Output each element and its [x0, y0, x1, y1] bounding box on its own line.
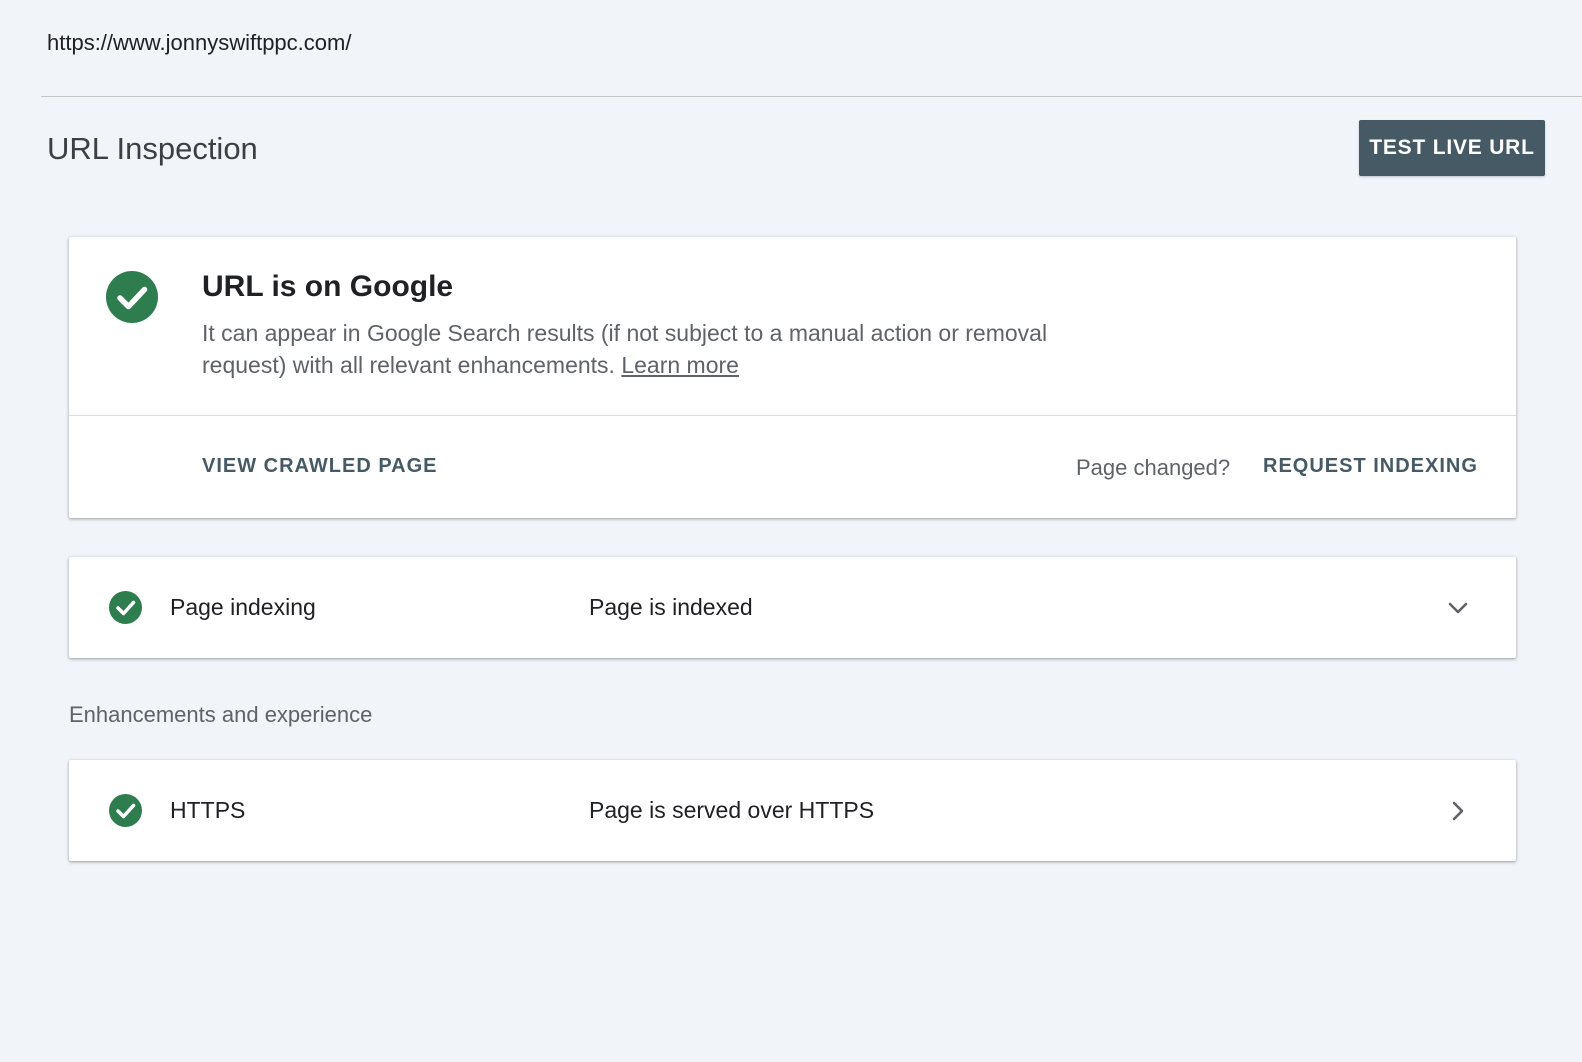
test-live-url-button[interactable]: TEST LIVE URL: [1359, 120, 1545, 176]
row-label: HTTPS: [170, 797, 246, 823]
page-title: URL Inspection: [47, 131, 258, 166]
view-crawled-page-button[interactable]: VIEW CRAWLED PAGE: [202, 455, 438, 478]
check-circle-icon: [109, 591, 142, 624]
status-description: It can appear in Google Search results (…: [202, 317, 1102, 381]
chevron-right-icon[interactable]: [1445, 798, 1471, 824]
url-display: https://www.jonnyswiftppc.com/: [47, 30, 352, 55]
status-title: URL is on Google: [202, 270, 454, 303]
page-indexing-row[interactable]: Page indexing Page is indexed: [69, 557, 1516, 658]
card-divider: [69, 415, 1516, 416]
check-circle-icon: [106, 271, 158, 323]
check-circle-icon: [109, 794, 142, 827]
request-indexing-button[interactable]: REQUEST INDEXING: [1263, 455, 1478, 478]
https-row[interactable]: HTTPS Page is served over HTTPS: [69, 760, 1516, 861]
row-value: Page is indexed: [589, 594, 753, 620]
enhancements-section-label: Enhancements and experience: [69, 702, 373, 727]
header-divider: [41, 96, 1582, 97]
row-label: Page indexing: [170, 594, 316, 620]
learn-more-link[interactable]: Learn more: [621, 352, 739, 378]
chevron-down-icon[interactable]: [1445, 595, 1471, 621]
page-changed-text: Page changed?: [1076, 455, 1231, 480]
row-value: Page is served over HTTPS: [589, 797, 875, 823]
url-status-card: URL is on Google It can appear in Google…: [69, 237, 1516, 518]
